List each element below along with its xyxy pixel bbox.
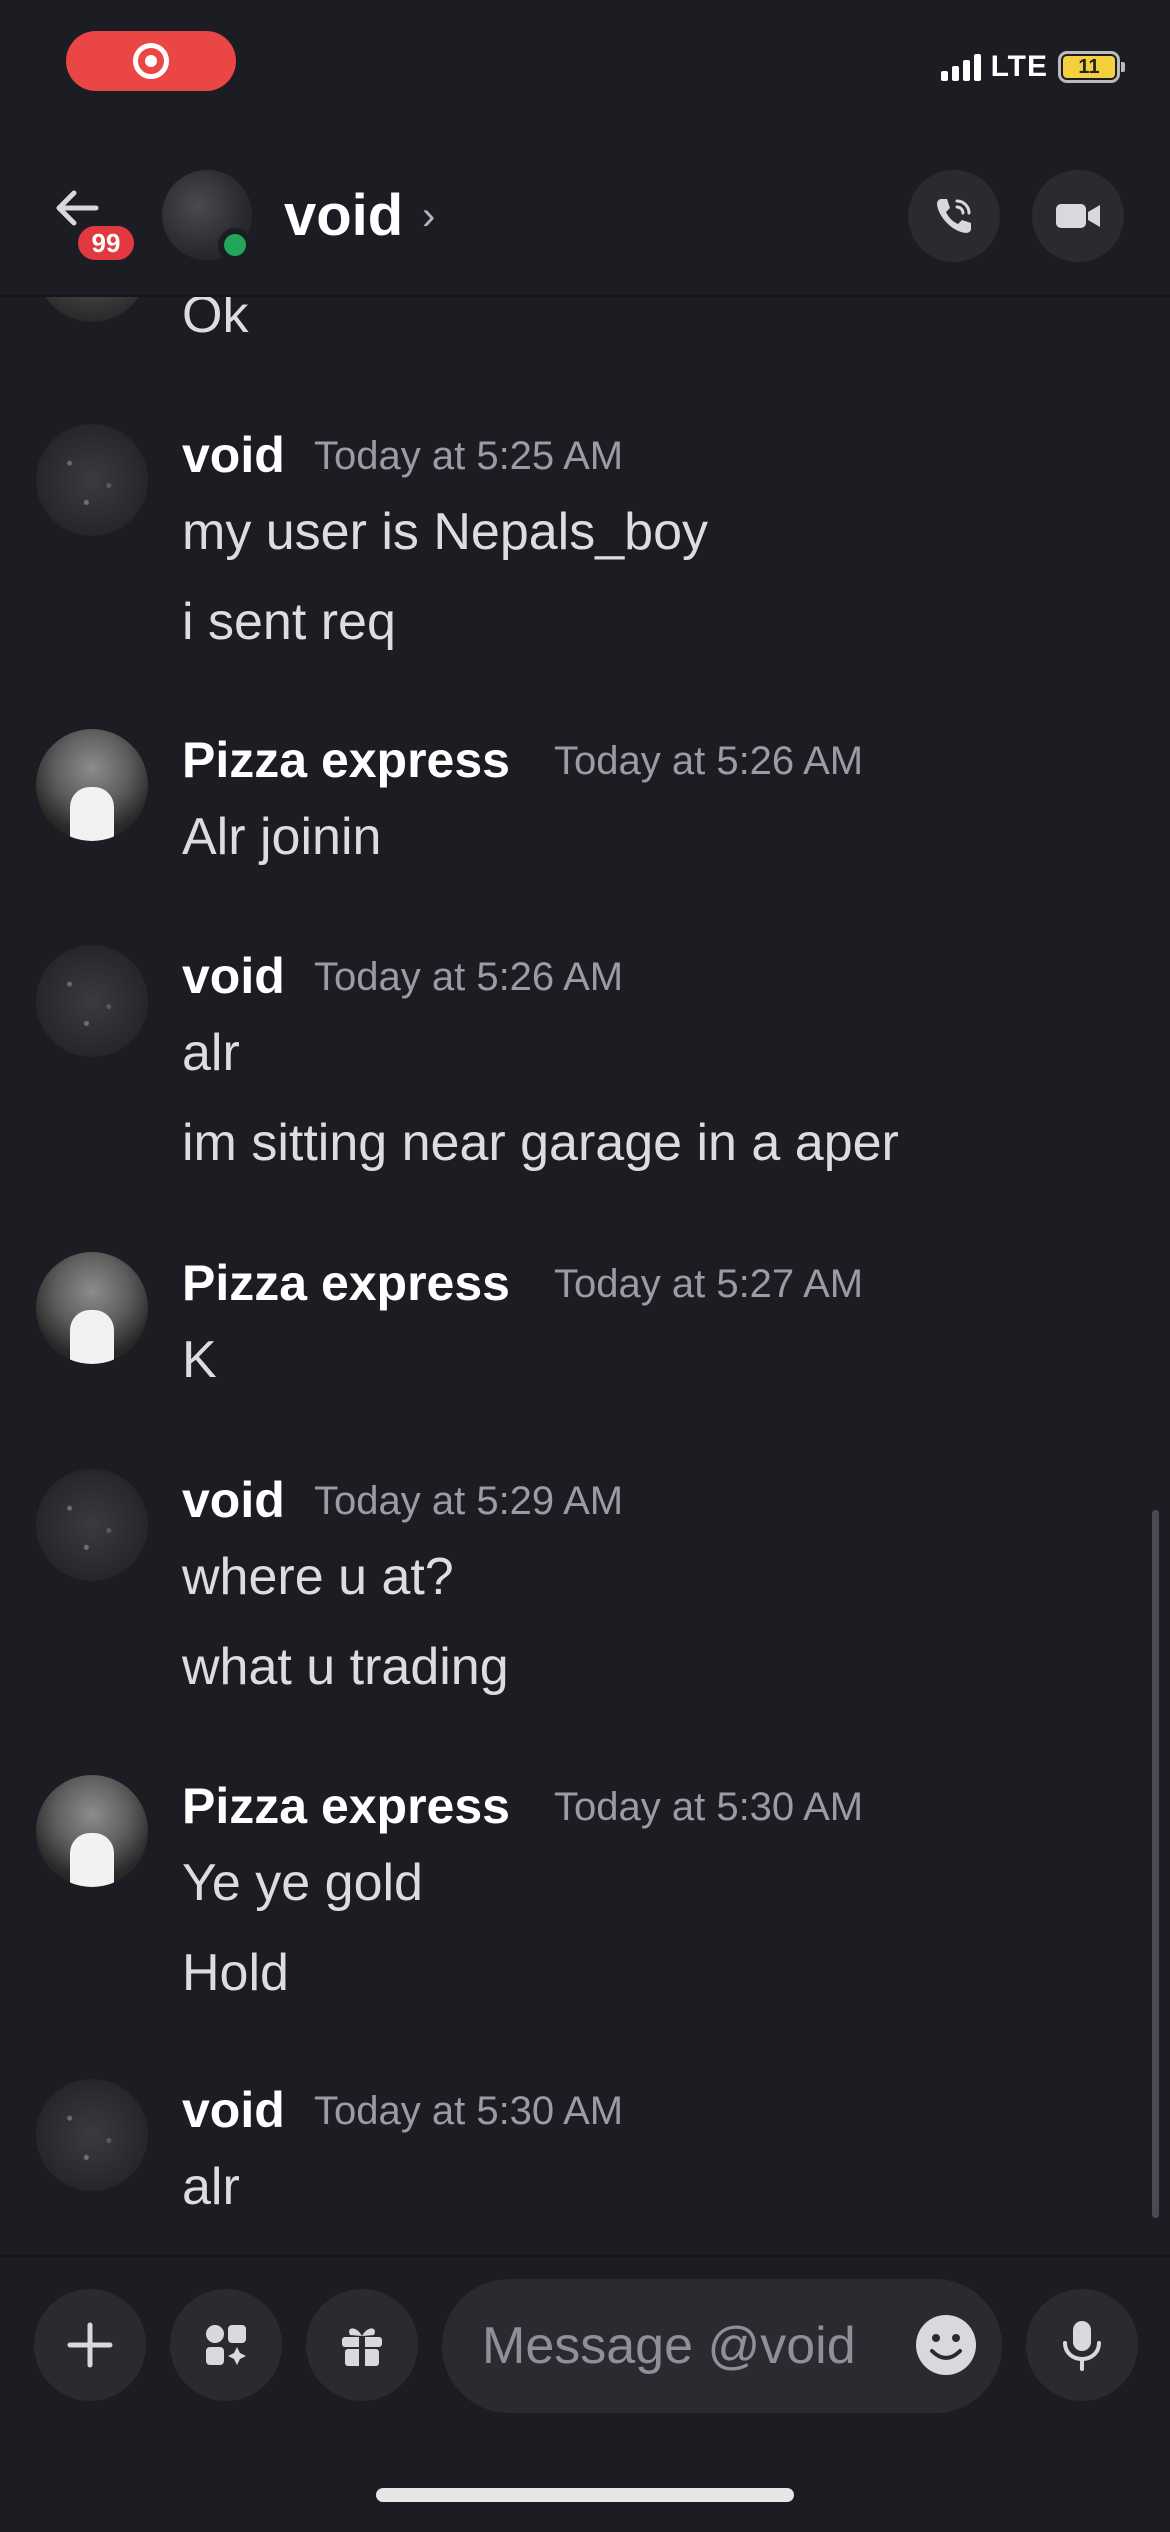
page-title[interactable]: void bbox=[284, 182, 403, 249]
message-text: Hold bbox=[182, 1944, 289, 2002]
video-camera-icon bbox=[1056, 204, 1100, 228]
record-icon bbox=[133, 43, 169, 79]
timestamp: Today at 5:26 AM bbox=[554, 739, 864, 783]
avatar[interactable] bbox=[36, 729, 148, 841]
avatar[interactable] bbox=[36, 297, 148, 322]
message-composer bbox=[0, 2255, 1170, 2437]
screen-recording-indicator[interactable] bbox=[66, 31, 236, 91]
username[interactable]: Pizza express bbox=[182, 1777, 510, 1835]
battery-icon: 11 bbox=[1058, 51, 1125, 83]
online-status-icon bbox=[218, 228, 252, 262]
apps-icon bbox=[206, 2325, 246, 2365]
message-text: i sent req bbox=[182, 593, 396, 651]
microphone-icon bbox=[1063, 2321, 1101, 2371]
plus-icon bbox=[67, 2322, 113, 2368]
gift-button[interactable] bbox=[306, 2289, 418, 2401]
message-text: Alr joinin bbox=[182, 808, 382, 866]
gift-icon bbox=[342, 2328, 382, 2366]
avatar[interactable] bbox=[36, 2079, 148, 2191]
timestamp: Today at 5:27 AM bbox=[554, 1262, 864, 1306]
chevron-right-icon[interactable]: › bbox=[422, 194, 435, 239]
status-indicators: LTE 11 bbox=[940, 50, 1125, 84]
message-text: what u trading bbox=[182, 1638, 509, 1696]
timestamp: Today at 5:30 AM bbox=[554, 1785, 864, 1829]
timestamp: Today at 5:30 AM bbox=[314, 2089, 624, 2133]
status-bar: LTE 11 bbox=[0, 0, 1170, 130]
username[interactable]: void bbox=[182, 1471, 285, 1529]
message-field[interactable] bbox=[480, 2315, 884, 2377]
avatar[interactable] bbox=[36, 424, 148, 536]
username[interactable]: Pizza express bbox=[182, 731, 510, 789]
scrollbar[interactable] bbox=[1152, 1510, 1159, 2218]
username[interactable]: void bbox=[182, 426, 285, 484]
avatar[interactable] bbox=[36, 945, 148, 1057]
message-input[interactable] bbox=[442, 2279, 1002, 2413]
battery-level: 11 bbox=[1078, 55, 1100, 78]
signal-icon bbox=[940, 53, 981, 81]
avatar[interactable] bbox=[36, 1775, 148, 1887]
message-text: alr bbox=[182, 1024, 240, 1082]
attach-button[interactable] bbox=[34, 2289, 146, 2401]
username[interactable]: void bbox=[182, 2081, 285, 2139]
username[interactable]: Pizza express bbox=[182, 1254, 510, 1312]
message-text: where u at? bbox=[182, 1548, 454, 1606]
phone-icon bbox=[937, 199, 971, 233]
chat-header: 99 void › bbox=[0, 150, 1170, 297]
timestamp: Today at 5:26 AM bbox=[314, 955, 624, 999]
message-text: my user is Nepals_boy bbox=[182, 503, 708, 561]
timestamp: Today at 5:29 AM bbox=[314, 1479, 624, 1523]
username[interactable]: void bbox=[182, 947, 285, 1005]
avatar[interactable] bbox=[36, 1252, 148, 1364]
home-indicator[interactable] bbox=[376, 2488, 794, 2502]
timestamp: Today at 5:25 AM bbox=[314, 434, 624, 478]
video-call-button[interactable] bbox=[1032, 170, 1124, 262]
apps-button[interactable] bbox=[170, 2289, 282, 2401]
unread-badge: 99 bbox=[74, 222, 138, 264]
call-button[interactable] bbox=[908, 170, 1000, 262]
voice-message-button[interactable] bbox=[1026, 2289, 1138, 2401]
message-text: Ok bbox=[182, 297, 249, 344]
message-text: K bbox=[182, 1331, 217, 1389]
message-list[interactable]: Ok void Today at 5:25 AM my user is Nepa… bbox=[0, 297, 1170, 2255]
avatar[interactable] bbox=[36, 1469, 148, 1581]
emoji-icon[interactable] bbox=[914, 2313, 978, 2377]
message-text: alr bbox=[182, 2158, 240, 2216]
message-text: Ye ye gold bbox=[182, 1854, 423, 1912]
message-text: im sitting near garage in a aper bbox=[182, 1114, 899, 1172]
network-type: LTE bbox=[990, 50, 1048, 83]
